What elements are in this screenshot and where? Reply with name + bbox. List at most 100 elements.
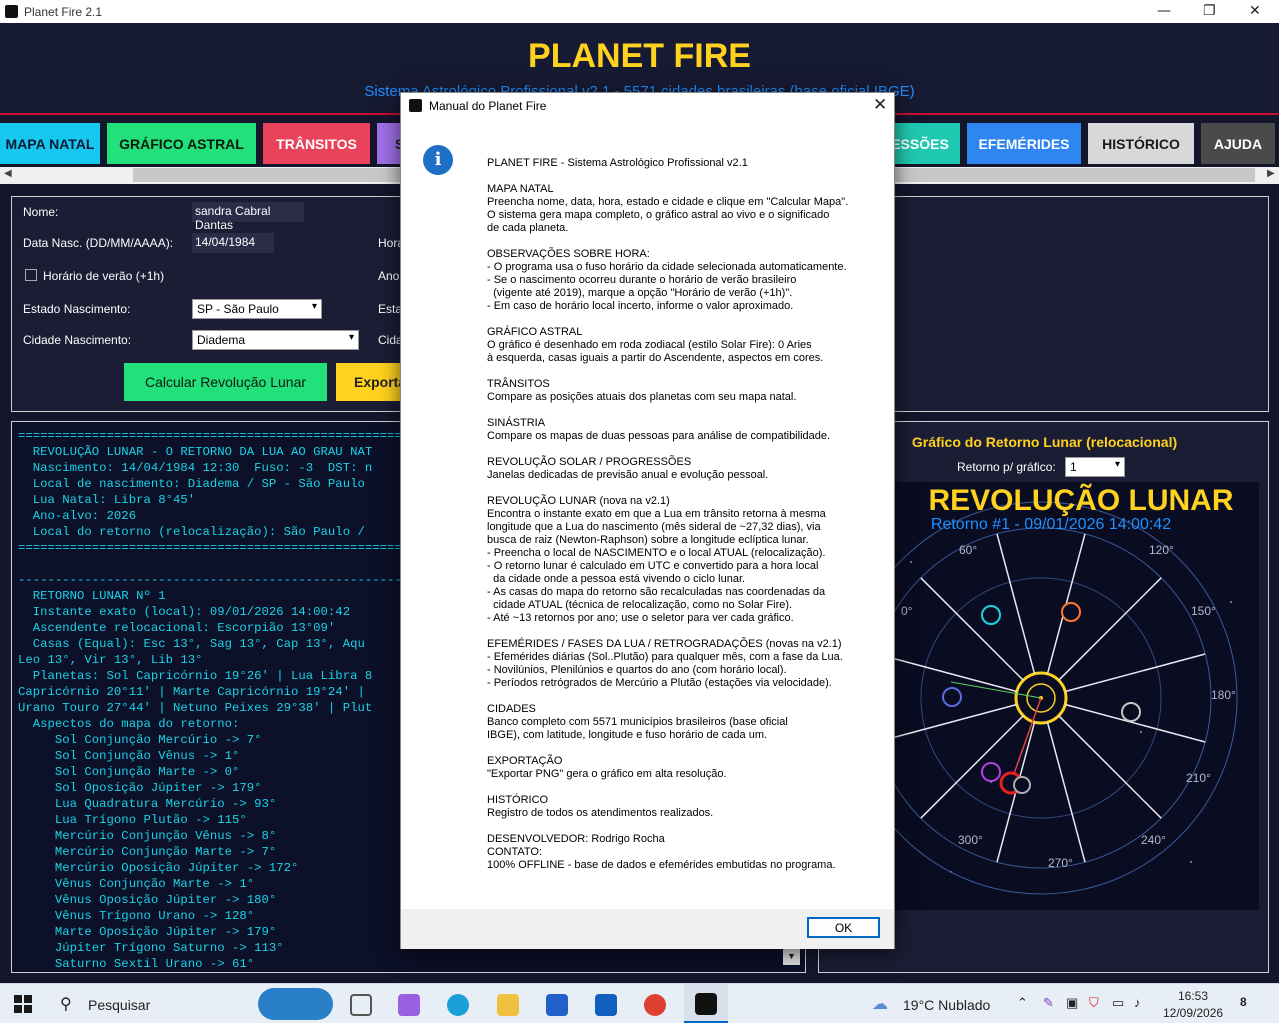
store-icon[interactable] (546, 994, 568, 1016)
chevron-down-icon: ▾ (348, 332, 354, 343)
close-icon[interactable]: ✕ (1249, 3, 1261, 19)
copilot-icon[interactable] (398, 994, 420, 1016)
security-icon[interactable]: ⛉ (1089, 995, 1099, 1011)
chevron-up-icon[interactable]: ⌃ (1017, 995, 1028, 1011)
search-icon[interactable]: ⚲ (60, 994, 72, 1014)
birth-state-label: Estado Nascimento: (23, 302, 131, 316)
output-line: RETORNO LUNAR Nº 1 (18, 589, 166, 603)
output-line: Aspectos do mapa do retorno: (18, 717, 240, 731)
tab-mapa-natal[interactable]: MAPA NATAL (0, 123, 100, 164)
dialog-close-icon[interactable]: ✕ (873, 95, 887, 115)
chart-selector-label: Retorno p/ gráfico: (957, 460, 1056, 474)
output-line: Mercúrio Conjunção Vênus -> 8° (18, 829, 277, 843)
pluto-icon (981, 762, 1001, 782)
house-cusp-line (1064, 653, 1206, 693)
output-line: Sol Conjunção Mercúrio -> 7° (18, 733, 262, 747)
house-cusp-line (891, 703, 1018, 739)
chrome-icon[interactable] (644, 994, 666, 1016)
window-titlebar: Planet Fire 2.1 — ❐ ✕ (0, 0, 1279, 23)
output-line: Ano-alvo: 2026 (18, 509, 137, 523)
file-explorer-icon[interactable] (497, 994, 519, 1016)
degree-label: 0° (901, 604, 913, 618)
outlook-icon[interactable] (595, 994, 617, 1016)
output-line: Planetas: Sol Capricórnio 19°26' | Lua L… (18, 669, 373, 683)
tab-efemerides[interactable]: EFEMÉRIDES (967, 123, 1081, 164)
house-cusp-line (891, 657, 1018, 693)
house-cusp-line (996, 533, 1036, 675)
chart-selector[interactable]: 1 ▾ (1065, 457, 1125, 477)
clock-date[interactable]: 12/09/2026 (1163, 1006, 1223, 1020)
app-title: PLANET FIRE (528, 37, 751, 75)
chevron-down-icon: ▾ (311, 301, 317, 312)
output-line: Vênus Oposição Júpiter -> 180° (18, 893, 277, 907)
volume-icon[interactable]: ♪ (1134, 995, 1141, 1010)
house-cusp-line (1058, 715, 1162, 819)
output-line: Marte Oposição Júpiter -> 179° (18, 925, 277, 939)
restore-icon[interactable]: ❐ (1203, 3, 1216, 19)
weather-text[interactable]: 19°C Nublado (903, 997, 990, 1013)
network-icon[interactable]: ▭ (1112, 995, 1124, 1011)
notification-badge[interactable]: 8 (1240, 995, 1247, 1009)
planet-fire-taskbar-button[interactable] (684, 984, 728, 1023)
chart-heading: REVOLUÇÃO LUNAR (929, 483, 1234, 517)
tab-ajuda[interactable]: AJUDA (1201, 123, 1275, 164)
zodiac-wheel: 60° 120° 150° 180° 210° 240° 270° 300° 0° REVOLU… (891, 483, 1238, 895)
birth-state-select[interactable]: SP - São Paulo ▾ (192, 299, 322, 319)
house-cusp-line (1058, 577, 1162, 681)
minimize-icon[interactable]: — (1157, 3, 1171, 19)
degree-label: 240° (1141, 833, 1166, 847)
window-title: Planet Fire 2.1 (24, 5, 103, 19)
tab-grafico-astral[interactable]: GRÁFICO ASTRAL (107, 123, 256, 164)
scroll-right-icon[interactable]: ▶ (1267, 168, 1275, 179)
output-line: Lua Natal: Libra 8°45' (18, 493, 196, 507)
task-view-icon[interactable] (350, 994, 372, 1016)
output-line: Instante exato (local): 09/01/2026 14:00… (18, 605, 351, 619)
camera-icon[interactable]: ▣ (1066, 995, 1078, 1011)
dst-checkbox[interactable] (25, 269, 37, 281)
output-line: Local do retorno (relocalização): São Pa… (18, 525, 365, 539)
dst-label: Horário de verão (+1h) (43, 269, 165, 283)
export-button[interactable]: Exporta (336, 363, 406, 401)
output-line: Ascendente relocacional: Escorpião 13°09… (18, 621, 336, 635)
search-highlight-image[interactable] (258, 988, 333, 1020)
output-line: Lua Trígono Plutão -> 115° (18, 813, 247, 827)
clock-time[interactable]: 16:53 (1178, 989, 1208, 1003)
ok-button[interactable]: OK (807, 917, 880, 938)
birthdate-label: Data Nasc. (DD/MM/AAAA): (23, 236, 174, 250)
current-state-label: Esta (378, 302, 403, 316)
output-line: Mercúrio Oposição Júpiter -> 172° (18, 861, 299, 875)
degree-label: 300° (958, 833, 983, 847)
birthdate-input[interactable]: 14/04/1984 (192, 233, 274, 253)
windows-start-icon[interactable] (14, 995, 32, 1013)
birth-city-value: Diadema (197, 333, 246, 347)
chart-selector-value: 1 (1070, 460, 1077, 474)
uranus-icon (981, 605, 1001, 625)
current-city-label: Cida (378, 333, 403, 347)
degree-label: 120° (1149, 543, 1174, 557)
taskbar-search[interactable]: Pesquisar (88, 997, 150, 1013)
tab-historico[interactable]: HISTÓRICO (1088, 123, 1194, 164)
app-icon (5, 5, 18, 18)
output-line: Nascimento: 14/04/1984 12:30 Fuso: -3 DS… (18, 461, 373, 475)
birth-city-select[interactable]: Diadema ▾ (192, 330, 359, 350)
pen-icon[interactable]: ✎ (1043, 995, 1054, 1011)
degree-label: 150° (1191, 604, 1216, 618)
output-line: Sol Oposição Júpiter -> 179° (18, 781, 262, 795)
output-line: Saturno Sextil Urano -> 61° (18, 957, 255, 971)
scroll-down-icon[interactable]: ▼ (783, 948, 800, 965)
output-line: Urano Touro 27°44' | Netuno Peixes 29°38… (18, 701, 373, 715)
output-line: ========================================… (18, 541, 410, 555)
calculate-lunar-return-button[interactable]: Calcular Revolução Lunar (124, 363, 327, 401)
edge-icon[interactable] (447, 994, 469, 1016)
scroll-left-icon[interactable]: ◀ (4, 168, 12, 179)
house-cusp-line (1046, 721, 1086, 863)
output-line: ========================================… (18, 429, 410, 443)
planet-fire-icon (695, 993, 717, 1015)
degree-label: 60° (959, 543, 977, 557)
birth-city-label: Cidade Nascimento: (23, 333, 132, 347)
name-input[interactable]: sandra Cabral Dantas (192, 202, 304, 232)
house-cusp-line (920, 577, 1024, 681)
tab-transitos[interactable]: TRÂNSITOS (263, 123, 370, 164)
output-line: Lua Quadratura Mercúrio -> 93° (18, 797, 277, 811)
